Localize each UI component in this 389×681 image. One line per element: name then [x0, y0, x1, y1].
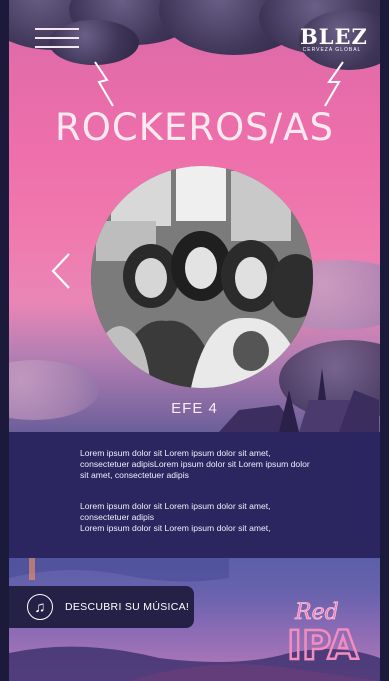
description-panel: Lorem ipsum dolor sit Lorem ipsum dolor …	[9, 432, 380, 558]
menu-line	[35, 28, 79, 30]
app-frame: BLEZ CERVEZA GLOBAL ROCKEROS/AS EFE 4 Lo…	[9, 0, 380, 681]
menu-line	[35, 37, 79, 39]
red-ipa-line1: Red	[294, 600, 339, 625]
description-paragraph: Lorem ipsum dolor sit Lorem ipsum dolor …	[80, 501, 320, 534]
band-photo-illustration	[91, 166, 313, 388]
brand-logo[interactable]: BLEZ CERVEZA GLOBAL	[300, 24, 368, 53]
description-line: Lorem ipsum dolor sit Lorem ipsum dolor …	[80, 523, 271, 533]
red-ipa-logo: Red IPA	[286, 600, 360, 669]
menu-button[interactable]	[35, 26, 79, 50]
discover-music-label: DESCUBRI SU MÚSICA!	[65, 601, 190, 613]
lightning-icon	[94, 61, 114, 107]
chevron-left-icon[interactable]	[47, 251, 77, 291]
castle-silhouette	[219, 368, 379, 432]
music-note-icon: ♫	[27, 594, 53, 620]
description-line: Lorem ipsum dolor sit Lorem ipsum dolor …	[80, 501, 271, 511]
description-paragraph: Lorem ipsum dolor sit Lorem ipsum dolor …	[80, 448, 310, 480]
brand-tagline: CERVEZA GLOBAL	[302, 47, 362, 53]
lightning-icon	[324, 61, 344, 107]
menu-line	[35, 46, 79, 48]
page-title: ROCKEROS/AS	[55, 106, 334, 149]
description-line: consectetuer adipis	[80, 512, 155, 522]
hero-section: BLEZ CERVEZA GLOBAL ROCKEROS/AS EFE 4	[9, 0, 380, 432]
band-photo	[91, 166, 313, 388]
red-ipa-line2: IPA	[287, 623, 359, 669]
discover-music-button[interactable]: ♫ DESCUBRI SU MÚSICA!	[9, 586, 194, 628]
brand-logo-text: BLEZ	[300, 24, 368, 49]
